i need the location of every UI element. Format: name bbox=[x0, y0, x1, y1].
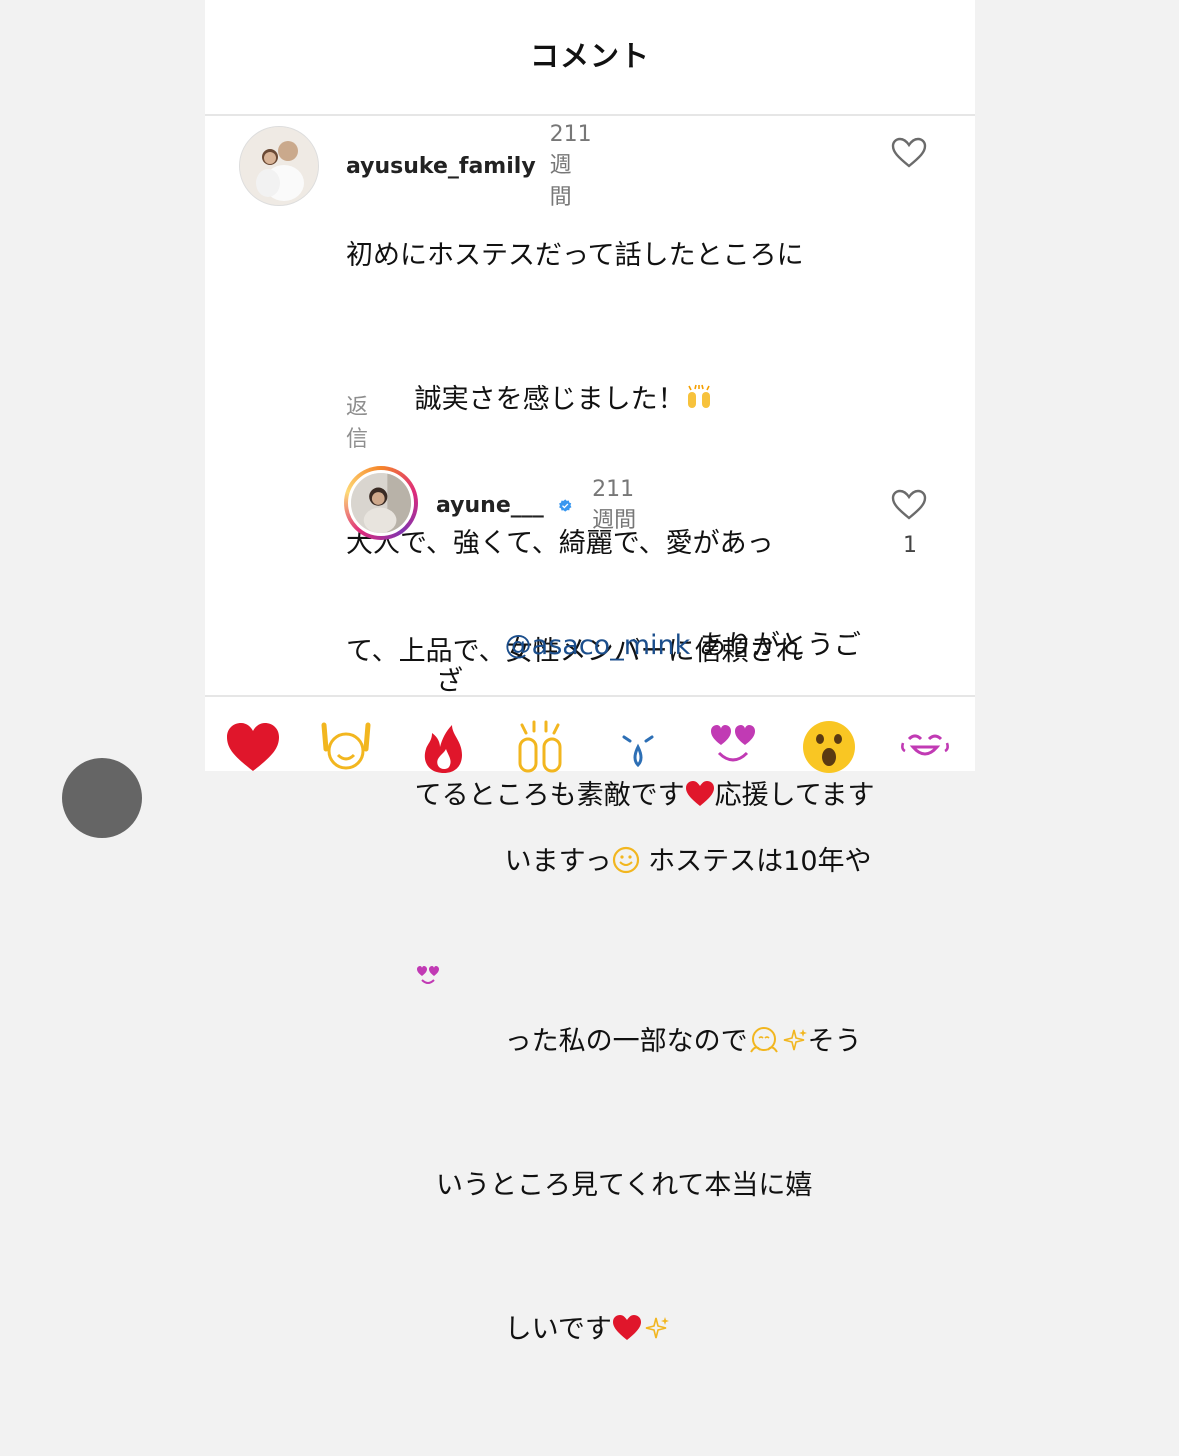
raising-hands-emoji[interactable] bbox=[318, 719, 374, 775]
reply-button[interactable]: 返信 bbox=[346, 389, 368, 453]
like-heart-icon[interactable] bbox=[891, 137, 927, 169]
hugging-face-emoji bbox=[749, 1027, 778, 1053]
sparkles-emoji bbox=[783, 1029, 807, 1051]
reply-line: しいです bbox=[504, 1314, 612, 1345]
reply-text: @asaco_mink ありがとうござ いますっ ホステスは10年や った私の一… bbox=[436, 520, 886, 1456]
reply-line: ホステスは10年や bbox=[639, 846, 872, 877]
floating-action-button[interactable] bbox=[62, 758, 142, 838]
reply-username[interactable]: ayune___ bbox=[436, 493, 544, 518]
fire-emoji[interactable] bbox=[416, 719, 472, 775]
reply-line: いますっ bbox=[504, 846, 612, 877]
sparkles-emoji bbox=[645, 1317, 669, 1339]
crying-face-emoji[interactable] bbox=[610, 719, 666, 775]
comment-line-wrap: 誠実さを感じました！ bbox=[346, 346, 886, 454]
comments-panel: コメント ayusuke_family 211週間 初めにホステスだって話したと… bbox=[205, 0, 975, 1345]
red-heart-emoji bbox=[612, 1315, 641, 1340]
astonished-face-emoji[interactable] bbox=[801, 719, 857, 775]
like-count[interactable]: 1 bbox=[903, 533, 917, 558]
reply-line: そう bbox=[807, 1026, 862, 1057]
heart-eyes-emoji[interactable] bbox=[705, 719, 761, 775]
avatar[interactable] bbox=[239, 126, 319, 206]
laughing-tears-emoji[interactable] bbox=[897, 719, 953, 775]
reply-line: った私の一部なので bbox=[504, 1026, 748, 1057]
comments-header: コメント bbox=[205, 0, 975, 116]
raised-hands-emoji bbox=[687, 384, 710, 408]
avatar[interactable] bbox=[348, 470, 414, 536]
like-heart-icon[interactable] bbox=[891, 489, 927, 521]
mention-link[interactable]: @asaco_mink bbox=[505, 630, 691, 661]
emoji-reaction-bar bbox=[205, 695, 975, 773]
avatar-photo-icon bbox=[351, 473, 411, 533]
clapping-hands-emoji[interactable] bbox=[512, 719, 568, 775]
comment-line: 誠実さを感じました！ bbox=[414, 384, 685, 415]
reply-line: いうところ見てくれて本当に嬉 bbox=[436, 1170, 813, 1201]
comment-line: 初めにホステスだって話したところに bbox=[346, 240, 804, 271]
reply-line-wrap: いますっ ホステスは10年や bbox=[436, 808, 886, 916]
reply-line-wrap: しいです bbox=[436, 1276, 886, 1384]
avatar-photo-icon bbox=[240, 127, 318, 205]
red-heart-emoji[interactable] bbox=[225, 719, 281, 775]
reply-line-wrap: った私の一部なので そう bbox=[436, 988, 886, 1096]
smiley-emoji bbox=[612, 846, 639, 874]
page-title: コメント bbox=[529, 39, 650, 73]
verified-badge-icon bbox=[558, 498, 572, 512]
